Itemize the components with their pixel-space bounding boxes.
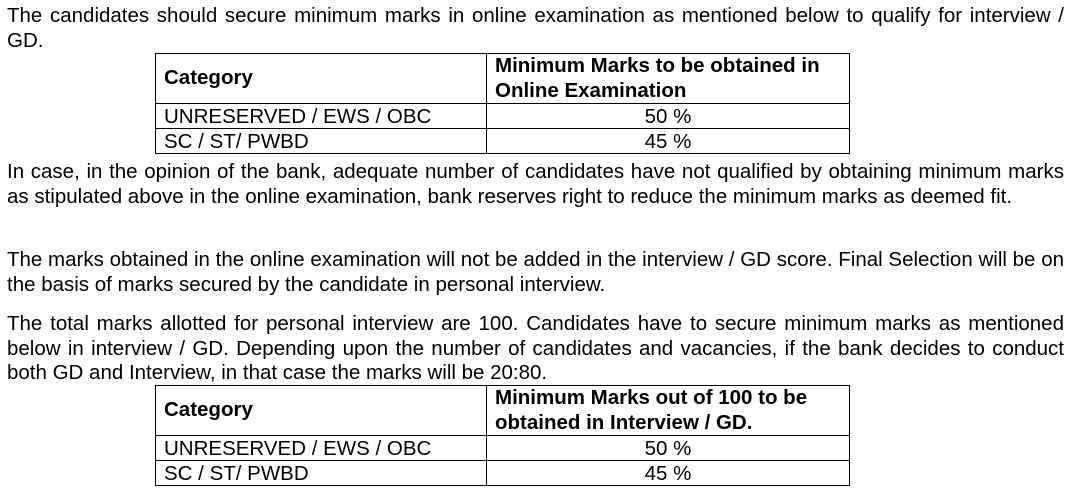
table-header-row: Category Minimum Marks out of 100 to be … (155, 385, 850, 436)
table-row: SC / ST/ PWBD 45 % (155, 460, 850, 486)
marks-cell: 50 % (486, 103, 850, 129)
table-row: UNRESERVED / EWS / OBC 50 % (155, 103, 850, 129)
interview-marks-paragraph: The total marks allotted for personal in… (7, 312, 1064, 384)
marks-cell: 50 % (486, 435, 850, 461)
category-header: Category (155, 385, 487, 436)
category-cell: UNRESERVED / EWS / OBC (155, 435, 487, 461)
minimum-marks-reduction-paragraph: In case, in the opinion of the bank, ade… (7, 160, 1064, 208)
category-cell: UNRESERVED / EWS / OBC (155, 103, 487, 129)
category-cell: SC / ST/ PWBD (155, 128, 487, 154)
qualification-paragraph: The candidates should secure minimum mar… (7, 4, 1064, 52)
marks-cell: 45 % (486, 128, 850, 154)
category-cell: SC / ST/ PWBD (155, 460, 487, 486)
minimum-marks-header: Minimum Marks to be obtained in Online E… (486, 53, 850, 104)
marks-cell: 45 % (486, 460, 850, 486)
interview-marks-table: Category Minimum Marks out of 100 to be … (155, 385, 850, 486)
table-row: UNRESERVED / EWS / OBC 50 % (155, 435, 850, 461)
minimum-marks-header: Minimum Marks out of 100 to be obtained … (486, 385, 850, 436)
table-row: SC / ST/ PWBD 45 % (155, 128, 850, 154)
final-selection-paragraph: The marks obtained in the online examina… (7, 248, 1064, 296)
online-exam-marks-table: Category Minimum Marks to be obtained in… (155, 53, 850, 154)
category-header: Category (155, 53, 487, 104)
table-header-row: Category Minimum Marks to be obtained in… (155, 53, 850, 104)
